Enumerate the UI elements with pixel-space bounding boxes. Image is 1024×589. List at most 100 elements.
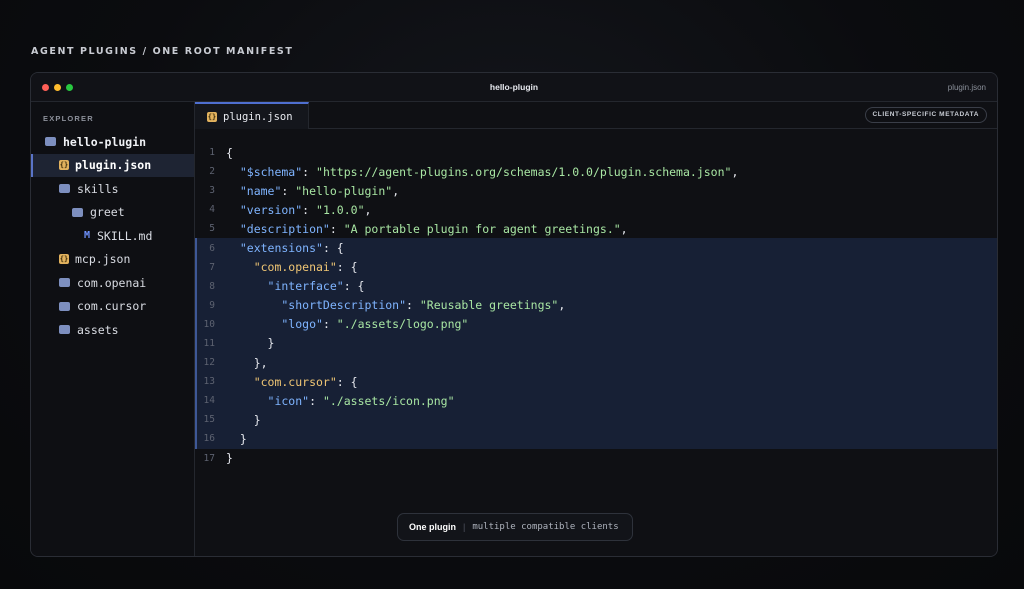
tree-item-label: com.cursor xyxy=(77,299,147,314)
code-line[interactable]: 1{ xyxy=(195,143,997,162)
code-token: , xyxy=(364,202,372,217)
code-token: "name" xyxy=(226,183,282,198)
tree-item-com-openai[interactable]: com.openai xyxy=(31,271,194,295)
code-token: "https://agent-plugins.org/schemas/1.0.0… xyxy=(316,164,732,179)
title-bar: hello-plugin plugin.json xyxy=(31,73,997,102)
json-file-icon: {} xyxy=(207,111,217,122)
line-number: 17 xyxy=(203,452,215,464)
code-token: } xyxy=(226,431,247,446)
folder-icon xyxy=(59,325,70,335)
code-token: : xyxy=(302,164,317,179)
tab-plugin-json[interactable]: {} plugin.json xyxy=(195,102,309,129)
window-title: hello-plugin xyxy=(489,82,539,92)
tree-item-label: plugin.json xyxy=(75,158,152,173)
code-token: "Reusable greetings" xyxy=(419,298,559,313)
page-label: AGENT PLUGINS / ONE ROOT MANIFEST xyxy=(31,46,294,57)
code-token: "A portable plugin for agent greetings." xyxy=(343,221,621,236)
json-file-icon: {} xyxy=(59,254,69,265)
tree-item-label: greet xyxy=(90,205,125,220)
code-line[interactable]: 10 "logo": "./assets/logo.png" xyxy=(195,314,997,335)
code-line[interactable]: 16 } xyxy=(195,429,997,449)
tab-bar: {} plugin.json CLIENT-SPECIFIC METADATA xyxy=(195,102,997,129)
client-metadata-badge: CLIENT-SPECIFIC METADATA xyxy=(864,107,987,123)
code-line[interactable]: 14 "icon": "./assets/icon.png" xyxy=(195,391,997,411)
tree-item-label: skills xyxy=(77,181,119,196)
code-line[interactable]: 15 } xyxy=(195,410,997,430)
folder-icon xyxy=(59,184,70,194)
code-token: "hello-plugin" xyxy=(295,183,393,198)
code-token: "./assets/logo.png" xyxy=(336,317,469,332)
line-number: 11 xyxy=(203,337,215,349)
json-file-icon: {} xyxy=(59,160,69,171)
code-text: "com.cursor": { xyxy=(226,375,358,389)
code-line[interactable]: 13 "com.cursor": { xyxy=(195,372,997,392)
code-area[interactable]: 1{2 "$schema": "https://agent-plugins.or… xyxy=(195,143,997,468)
code-line[interactable]: 2 "$schema": "https://agent-plugins.org/… xyxy=(195,162,997,181)
line-number: 13 xyxy=(203,376,215,388)
code-line[interactable]: 9 "shortDescription": "Reusable greeting… xyxy=(195,295,997,315)
code-text: "interface": { xyxy=(226,279,365,294)
code-text: "com.openai": { xyxy=(226,260,358,274)
code-line[interactable]: 4 "version": "1.0.0", xyxy=(195,200,997,219)
folder-icon xyxy=(59,278,70,288)
tree-item-com-cursor[interactable]: com.cursor xyxy=(31,295,194,319)
code-text: }, xyxy=(226,356,268,370)
code-text: "shortDescription": "Reusable greetings"… xyxy=(226,298,565,312)
code-token: } xyxy=(226,336,275,351)
code-text: } xyxy=(226,336,275,351)
code-text: } xyxy=(226,451,233,465)
code-text: } xyxy=(226,432,247,446)
code-token: : { xyxy=(343,279,365,294)
code-token: "./assets/icon.png" xyxy=(322,393,455,408)
code-line[interactable]: 3 "name": "hello-plugin", xyxy=(195,181,997,200)
folder-icon xyxy=(45,137,56,147)
code-line[interactable]: 17} xyxy=(195,449,997,468)
line-number: 1 xyxy=(209,147,215,159)
tree-item-skills[interactable]: skills xyxy=(31,177,194,201)
code-token: "version" xyxy=(226,202,303,217)
code-text: { xyxy=(226,146,233,160)
code-text: "extensions": { xyxy=(226,241,344,255)
line-number: 10 xyxy=(203,318,215,330)
footer-strong-text: One plugin xyxy=(409,522,456,532)
code-token: : xyxy=(322,317,337,332)
line-number: 4 xyxy=(209,204,215,216)
tree-item-assets[interactable]: assets xyxy=(31,318,194,342)
tree-item-mcp-json[interactable]: {} mcp.json xyxy=(31,248,194,272)
tree-item-hello-plugin[interactable]: hello-plugin xyxy=(31,130,194,154)
tree-item-label: mcp.json xyxy=(75,252,131,267)
code-token: : { xyxy=(336,260,358,275)
code-token: : xyxy=(309,393,323,408)
line-number: 9 xyxy=(209,299,215,311)
code-line[interactable]: 6 "extensions": { xyxy=(195,238,997,258)
line-number: 16 xyxy=(203,433,215,445)
code-token: "com.openai" xyxy=(226,260,337,275)
line-number: 2 xyxy=(209,166,215,178)
tree-item-label: hello-plugin xyxy=(63,134,147,149)
tree-item-skill-md[interactable]: M SKILL.md xyxy=(31,224,194,248)
code-line[interactable]: 5 "description": "A portable plugin for … xyxy=(195,219,997,238)
line-number: 6 xyxy=(209,242,215,254)
line-number: 12 xyxy=(203,357,215,369)
tree-item-greet[interactable]: greet xyxy=(31,201,194,225)
code-token: "1.0.0" xyxy=(316,202,365,217)
code-line[interactable]: 11 } xyxy=(195,333,997,354)
code-token: "extensions" xyxy=(226,241,323,256)
line-number: 3 xyxy=(209,185,215,197)
footer-separator: | xyxy=(463,522,466,532)
tree-item-label: assets xyxy=(77,322,119,337)
tree-item-plugin-json[interactable]: {} plugin.json xyxy=(31,153,194,177)
code-token: , xyxy=(558,298,566,313)
line-number: 15 xyxy=(203,414,215,426)
code-text: "description": "A portable plugin for ag… xyxy=(226,222,628,236)
code-line[interactable]: 7 "com.openai": { xyxy=(195,257,997,277)
code-text: "icon": "./assets/icon.png" xyxy=(226,394,455,408)
code-line[interactable]: 8 "interface": { xyxy=(195,276,997,296)
footer-pill: One plugin | multiple compatible clients xyxy=(397,513,633,541)
code-token: : xyxy=(329,221,344,236)
code-line[interactable]: 12 }, xyxy=(195,353,997,373)
tab-label: plugin.json xyxy=(223,110,293,123)
code-token: "$schema" xyxy=(226,164,303,179)
code-token: } xyxy=(226,412,261,427)
code-editor: {} plugin.json CLIENT-SPECIFIC METADATA … xyxy=(195,102,997,556)
